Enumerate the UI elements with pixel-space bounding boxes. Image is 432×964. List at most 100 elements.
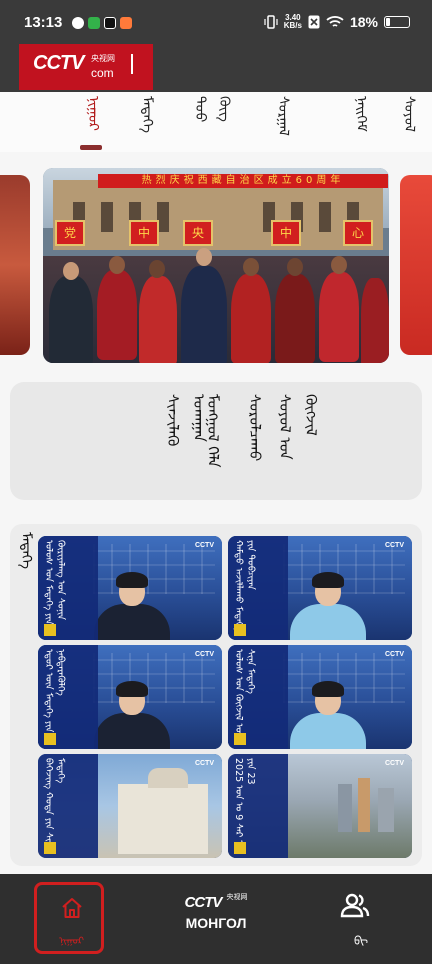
photo-plaque-text: 央 [191, 226, 204, 240]
featured-text-line-content: ᠮᠣᠩᠭᠣᠯ ᠬᠡᠯᠡ [204, 394, 222, 468]
category-tab-5[interactable]: ᠰᠤᠶᠤᠯ [394, 96, 424, 148]
news-card-channel-bug: CCTV [194, 542, 214, 549]
photo-plaque: 中 [129, 220, 159, 246]
news-card-caption-text: ᠪᠡᠭᠡᠵᠢᠩ ᠬᠣᠲᠠ ᠶᠢᠨ ᠰᠢᠨᠡ ᠮᠡᠳᠡᠭᠡ [43, 758, 66, 849]
news-card-caption-text: ᠡᠳᠦᠷ ᠦᠨ ᠮᠡᠳᠡᠭᠡ ᠶᠢᠨ ᠨᠡᠪᠲᠡᠷᠡᠭᠦᠯᠭᠡ [43, 649, 66, 733]
news-card[interactable]: CCTV ᠪᠡᠭᠡᠵᠢᠩ ᠬᠣᠲᠠ ᠶᠢᠨ ᠰᠢᠨᠡ ᠮᠡᠳᠡᠭᠡ [38, 754, 222, 858]
category-nav: ᠨᠢᠭᠤᠷ ᠮᠡᠳᠡᠭᠡ ᠳᠤᠤ ᠬᠦᠭ ᠰᠤᠷᠭᠠᠯ ᠨᠡᠢᠭᠡᠮ ᠰᠤᠶᠤᠯ [0, 92, 432, 152]
news-card[interactable]: CCTV ᠡᠳᠦᠷ ᠦᠨ ᠮᠡᠳᠡᠭᠡ ᠶᠢᠨ ᠨᠡᠪᠲᠡᠷᠡᠭᠦᠯᠭᠡ [38, 645, 222, 749]
battery-icon [384, 16, 410, 28]
news-card[interactable]: CCTV 2025 ᠣᠨ ᠤ 9 ᠰᠠᠷ ᠠ ᠶᠢᠨ 23 [228, 754, 412, 858]
news-card-logo-mark [234, 624, 246, 636]
news-card-caption-text: 2025 ᠣᠨ ᠤ 9 ᠰᠠᠷ ᠠ ᠶᠢᠨ 23 [233, 758, 256, 850]
news-card-caption: ᠡᠳᠦᠷ ᠦᠨ ᠮᠡᠳᠡᠭᠡ ᠶᠢᠨ ᠨᠡᠪᠲᠡᠷᠡᠭᠦᠯᠭᠡ [38, 645, 98, 749]
photo-plaque: 中 [271, 220, 301, 246]
net-speed-unit: KB/s [283, 21, 302, 30]
category-tab-label: ᠨᠡᠢᠭᠡᠮ [353, 96, 369, 132]
app-icon-2 [88, 17, 100, 29]
app-header: CCTV 央视网 com [0, 44, 432, 92]
carousel-slide-prev[interactable] [0, 175, 30, 355]
featured-text-line: ᠮᠣᠩᠭᠣᠯ ᠬᠡᠯᠡ [200, 394, 226, 490]
battery-fill [386, 18, 390, 26]
nav-cctv-mongol[interactable]: CCTV 央视网 МОНГОЛ [170, 892, 262, 931]
category-tab-label: ᠮᠡᠳᠡᠭᠡ [139, 96, 155, 134]
news-card-channel-bug: CCTV [384, 760, 404, 767]
news-card[interactable]: CCTV ᠤᠯᠤᠰ ᠤᠨ ᠮᠡᠳᠡᠭᠡ ᠶᠢᠨ ᠬᠦᠷᠢᠶᠡᠯᠡᠩ ᠤᠨ ᠰᠣᠨᠢ… [38, 536, 222, 640]
logo-chinese: 央视网 [91, 54, 115, 63]
news-card[interactable]: CCTV ᠬᠠᠮᠲᠤ ᠠᠵᠢᠯᠯᠠᠬᠤ ᠮᠡᠳᠡᠭᠡ ᠶᠢᠨ ᠲᠣᠪᠴᠢᠶᠠᠨ [228, 536, 412, 640]
category-tab-label: ᠳᠤᠤ ᠬᠦᠭ [192, 96, 232, 123]
nav-profile[interactable]: ᠪᠢ [340, 892, 380, 948]
nav-home-label-text: ᠨᠢᠭᠤᠷ [59, 936, 84, 947]
nav-cctv-logo: CCTV [184, 894, 223, 911]
news-anchor [288, 681, 368, 749]
news-card-channel-bug: CCTV [194, 760, 214, 767]
featured-text-line-content: ᠰᠤᠷᠤᠯᠴᠠᠬᠤ [246, 394, 264, 462]
news-card-caption-text: ᠤᠯᠤᠰ ᠤᠨ ᠮᠡᠳᠡᠭᠡ ᠶᠢᠨ ᠬᠦᠷᠢᠶᠡᠯᠡᠩ ᠤᠨ ᠰᠣᠨᠢᠨ [43, 540, 66, 625]
news-card-caption: ᠤᠯᠤᠰ ᠤᠨ ᠬᠥᠭᠵᠢᠯ ᠦᠨ ᠰᠢᠨᠡ ᠮᠡᠳᠡᠭᠡ [228, 645, 288, 749]
news-anchor [288, 572, 368, 640]
photo-plaque: 党 [55, 220, 85, 246]
hero-carousel[interactable]: 热烈庆祝西藏自治区成立60周年 党 中 央 中 心 [0, 165, 432, 363]
cctv-logo[interactable]: CCTV 央视网 com [19, 44, 153, 90]
news-card-channel-bug: CCTV [384, 542, 404, 549]
nav-home-label: ᠨᠢᠭᠤᠷ [59, 929, 85, 947]
news-card-logo-mark [234, 733, 246, 745]
photo-banner-text: 热烈庆祝西藏自治区成立60周年 [141, 175, 345, 186]
category-tab-label: ᠰᠤᠷᠭᠠᠯ [275, 96, 291, 136]
news-thumb-tower [378, 788, 394, 832]
category-active-indicator [80, 145, 102, 150]
carousel-slide-main[interactable]: 热烈庆祝西藏自治区成立60周年 党 中 央 中 心 [43, 168, 389, 363]
logo-domain: com [91, 66, 114, 80]
news-thumb-roof [148, 768, 188, 788]
status-right: 3.40 KB/s 18% [264, 14, 410, 30]
featured-text-card[interactable]: ᠰᠢᠨᠵᠢᠯᠡᠬᠦ ᠤᠬᠠᠭᠠᠨ ᠮᠣᠩᠭᠣᠯ ᠬᠡᠯᠡ ᠰᠤᠷᠤᠯᠴᠠᠬᠤ ᠰᠣᠶᠣ… [10, 382, 422, 500]
nav-mongol-label: МОНГОЛ [185, 915, 247, 931]
news-anchor [92, 681, 172, 749]
app-icon-3 [104, 17, 116, 29]
net-speed: 3.40 KB/s [284, 14, 302, 30]
category-tab-4[interactable]: ᠨᠡᠢᠭᠡᠮ [346, 96, 376, 148]
featured-text-line: ᠰᠤᠷᠤᠯᠴᠠᠬᠤ [242, 394, 268, 490]
status-time: 13:13 [24, 14, 63, 31]
news-card-logo-mark [44, 733, 56, 745]
news-card-channel-bug: CCTV [384, 651, 404, 658]
photo-building [53, 180, 383, 250]
featured-text-line-content: ᠰᠣᠶᠣᠯ ᠤᠨ ᠬᠥᠭᠵᠢᠯ [276, 394, 320, 460]
category-tab-label: ᠨᠢᠭᠤᠷ [85, 96, 101, 131]
photo-crowd [43, 248, 389, 363]
nav-cctv-cn: 央视网 [226, 893, 248, 901]
category-tab-0[interactable]: ᠨᠢᠭᠤᠷ [78, 96, 108, 148]
logo-cctv-text: CCTV [33, 52, 84, 74]
news-card-caption: 2025 ᠣᠨ ᠤ 9 ᠰᠠᠷ ᠠ ᠶᠢᠨ 23 [228, 754, 288, 858]
news-section-title: ᠮᠡᠳᠡᠭᠡ [14, 532, 38, 573]
vibrate-icon [264, 15, 278, 29]
news-card-logo-mark [44, 624, 56, 636]
user-group-icon [340, 893, 370, 918]
news-card-caption-text: ᠬᠠᠮᠲᠤ ᠠᠵᠢᠯᠯᠠᠬᠤ ᠮᠡᠳᠡᠭᠡ ᠶᠢᠨ ᠲᠣᠪᠴᠢᠶᠠᠨ [233, 540, 256, 632]
app-icon-1 [72, 17, 84, 29]
news-thumb-facade [118, 784, 208, 854]
nav-home[interactable]: ᠨᠢᠭᠤᠷ [34, 882, 104, 954]
photo-plaque: 心 [343, 220, 373, 246]
category-tab-2[interactable]: ᠳᠤᠤ ᠬᠦᠭ [188, 96, 232, 148]
carousel-slide-next[interactable] [400, 175, 432, 355]
news-card-caption-text: ᠤᠯᠤᠰ ᠤᠨ ᠬᠥᠭᠵᠢᠯ ᠦᠨ ᠰᠢᠨᠡ ᠮᠡᠳᠡᠭᠡ [233, 649, 256, 741]
news-anchor [92, 572, 172, 640]
photo-plaque-text: 中 [137, 226, 150, 240]
news-card-logo-mark [234, 842, 246, 854]
news-thumb-tower [358, 778, 370, 832]
wifi-icon [326, 16, 344, 27]
nav-profile-label: ᠪᠢ [354, 934, 369, 948]
bottom-nav: ᠨᠢᠭᠤᠷ CCTV 央视网 МОНГОЛ ᠪᠢ [0, 874, 432, 964]
category-tab-1[interactable]: ᠮᠡᠳᠡᠭᠡ [132, 96, 162, 148]
logo-mongolian-mark [131, 54, 139, 74]
category-tab-3[interactable]: ᠰᠤᠷᠭᠠᠯ [268, 96, 298, 148]
photo-plaque: 央 [183, 220, 213, 246]
photo-plaque-text: 心 [351, 226, 364, 240]
news-card[interactable]: CCTV ᠤᠯᠤᠰ ᠤᠨ ᠬᠥᠭᠵᠢᠯ ᠦᠨ ᠰᠢᠨᠡ ᠮᠡᠳᠡᠭᠡ [228, 645, 412, 749]
app-icon-4 [120, 17, 132, 29]
photo-plaque-text: 中 [279, 226, 292, 240]
news-card-caption: ᠬᠠᠮᠲᠤ ᠠᠵᠢᠯᠯᠠᠬᠤ ᠮᠡᠳᠡᠭᠡ ᠶᠢᠨ ᠲᠣᠪᠴᠢᠶᠠᠨ [228, 536, 288, 640]
news-card-caption: ᠤᠯᠤᠰ ᠤᠨ ᠮᠡᠳᠡᠭᠡ ᠶᠢᠨ ᠬᠦᠷᠢᠶᠡᠯᠡᠩ ᠤᠨ ᠰᠣᠨᠢᠨ [38, 536, 98, 640]
